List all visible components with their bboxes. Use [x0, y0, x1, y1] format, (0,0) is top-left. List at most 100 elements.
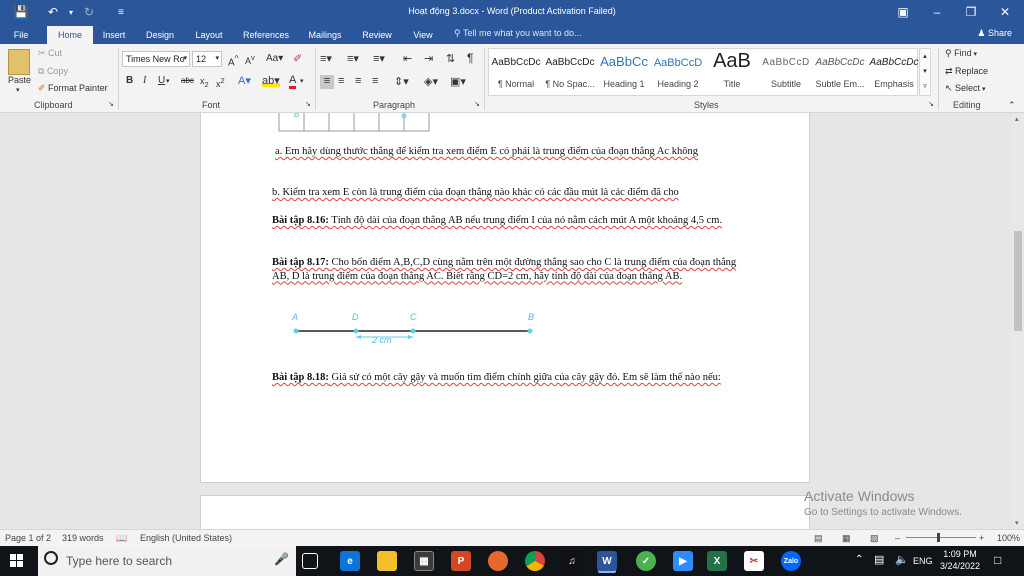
style-subtitle[interactable]: AaBbCcD Subtitle: [759, 49, 813, 95]
tell-me-box[interactable]: ⚲ Tell me what you want to do...: [454, 28, 582, 39]
style-normal[interactable]: AaBbCcDc ¶ Normal: [489, 49, 543, 95]
print-layout-icon[interactable]: ▦: [842, 533, 851, 544]
justify-icon[interactable]: ≡: [372, 75, 378, 87]
ribbon-display-icon[interactable]: ▣: [886, 0, 920, 24]
paste-icon[interactable]: [8, 49, 30, 75]
italic-icon[interactable]: I: [143, 75, 146, 86]
powerpoint-icon[interactable]: P: [451, 551, 471, 571]
scroll-down-icon[interactable]: ▾: [1015, 519, 1019, 527]
tab-home[interactable]: Home: [47, 26, 93, 44]
show-formatting-icon[interactable]: ¶: [467, 51, 473, 65]
exercise-8-17[interactable]: Bài tập 8.17: Cho bốn điểm A,B,C,D cùng …: [272, 256, 742, 283]
style-no-spacing[interactable]: AaBbCcDc ¶ No Spac...: [543, 49, 597, 95]
language-indicator[interactable]: English (United States): [140, 533, 232, 543]
tab-view[interactable]: View: [406, 26, 440, 44]
chrome-icon[interactable]: [525, 551, 545, 571]
style-title[interactable]: AaB Title: [705, 49, 759, 95]
styles-scroll[interactable]: ▴ ▾ ▿: [919, 48, 931, 96]
find-button[interactable]: ⚲ Find ▾: [945, 48, 977, 59]
tab-review[interactable]: Review: [356, 26, 398, 44]
underline-dropdown-icon[interactable]: ▾: [166, 77, 170, 85]
proofing-icon[interactable]: 📖: [116, 533, 127, 544]
zoom-slider-thumb[interactable]: [937, 533, 940, 542]
page-count[interactable]: Page 1 of 2: [5, 533, 51, 543]
font-launcher-icon[interactable]: ↘: [305, 100, 311, 108]
exercise-8-16[interactable]: Bài tập 8.16: Tính độ dài của đoạn thẳng…: [272, 214, 742, 228]
style-emphasis[interactable]: AaBbCcDc Emphasis: [867, 49, 921, 95]
show-hidden-icons[interactable]: ⌃: [855, 554, 863, 565]
font-color-dropdown-icon[interactable]: ▾: [300, 77, 304, 85]
tab-design[interactable]: Design: [140, 26, 180, 44]
strikethrough-icon[interactable]: abc: [181, 76, 194, 85]
app-icon[interactable]: ✓: [636, 551, 656, 571]
zoom-out-icon[interactable]: –: [895, 533, 900, 543]
task-view-icon[interactable]: [302, 553, 318, 569]
bullets-icon[interactable]: ≡▾: [320, 52, 332, 65]
taskbar-search-box[interactable]: Type here to search 🎤: [38, 546, 296, 576]
cut-button[interactable]: ✂ Cut: [38, 48, 62, 59]
zalo-icon[interactable]: Zalo: [781, 551, 801, 571]
firefox-icon[interactable]: [488, 551, 508, 571]
file-explorer-icon[interactable]: [377, 551, 397, 571]
decrease-indent-icon[interactable]: ⇤: [403, 52, 412, 65]
notifications-icon[interactable]: □: [994, 553, 1001, 567]
document-area[interactable]: B a. Em hãy dùng thước thẳng để kiểm tra…: [0, 113, 1012, 529]
maximize-button[interactable]: ❐: [954, 0, 988, 24]
font-color-icon[interactable]: A: [289, 74, 297, 89]
multilevel-list-icon[interactable]: ≡▾: [373, 52, 385, 65]
change-case-icon[interactable]: Aa▾: [266, 53, 283, 64]
zoom-slider[interactable]: [906, 537, 976, 538]
styles-launcher-icon[interactable]: ↘: [928, 100, 934, 108]
tab-references[interactable]: References: [238, 26, 294, 44]
text-effects-icon[interactable]: A▾: [238, 74, 251, 87]
vertical-scrollbar[interactable]: ▴ ▾: [1012, 113, 1024, 529]
exercise-8-18[interactable]: Bài tập 8.18: Giả sử có một cây gậy và m…: [272, 371, 742, 385]
select-button[interactable]: ↖ Select ▾: [945, 83, 986, 94]
highlight-icon[interactable]: ab▾: [262, 74, 280, 87]
chevron-up-icon[interactable]: ▴: [920, 49, 930, 64]
tab-layout[interactable]: Layout: [188, 26, 230, 44]
font-family-select[interactable]: Times New Ro ▾: [122, 51, 190, 67]
read-mode-icon[interactable]: ▤: [814, 533, 823, 544]
format-painter-button[interactable]: ✐ Format Painter: [38, 83, 108, 94]
paragraph-b[interactable]: b. Kiểm tra xem E còn là trung điểm của …: [272, 186, 742, 200]
sort-icon[interactable]: ⇅: [446, 52, 455, 65]
grow-font-icon[interactable]: A^: [228, 53, 239, 68]
align-right-icon[interactable]: ≡: [355, 75, 361, 87]
tab-insert[interactable]: Insert: [96, 26, 132, 44]
bold-icon[interactable]: B: [126, 75, 133, 86]
style-heading-2[interactable]: AaBbCcD Heading 2: [651, 49, 705, 95]
chevron-down-icon[interactable]: ▾: [920, 64, 930, 79]
shrink-font-icon[interactable]: Av: [245, 53, 255, 66]
style-heading-1[interactable]: AaBbCc Heading 1: [597, 49, 651, 95]
align-center-icon[interactable]: ≡: [338, 75, 344, 87]
tab-file[interactable]: File: [6, 26, 36, 44]
minimize-button[interactable]: –: [920, 0, 954, 24]
collapse-ribbon-icon[interactable]: ⌃: [1008, 100, 1016, 111]
tiktok-icon[interactable]: ♫: [562, 551, 582, 571]
numbering-icon[interactable]: ≡▾: [347, 52, 359, 65]
zoom-in-icon[interactable]: +: [979, 533, 984, 543]
store-icon[interactable]: ▦: [414, 551, 434, 571]
document-page-2[interactable]: [200, 495, 810, 529]
borders-icon[interactable]: ▣▾: [450, 75, 466, 88]
word-icon[interactable]: W: [597, 551, 617, 571]
scrollbar-thumb[interactable]: [1014, 231, 1022, 331]
scroll-up-icon[interactable]: ▴: [1015, 115, 1019, 123]
tab-mailings[interactable]: Mailings: [302, 26, 348, 44]
line-spacing-icon[interactable]: ⇕▾: [394, 75, 409, 88]
snipping-tool-icon[interactable]: ✂: [744, 551, 764, 571]
clear-formatting-icon[interactable]: ✐: [293, 52, 302, 65]
document-page[interactable]: B a. Em hãy dùng thước thẳng để kiểm tra…: [200, 113, 810, 483]
style-subtle-emphasis[interactable]: AaBbCcDc Subtle Em...: [813, 49, 867, 95]
excel-icon[interactable]: X: [707, 551, 727, 571]
volume-icon[interactable]: 🔈: [895, 553, 909, 566]
clock[interactable]: 1:09 PM 3/24/2022: [940, 549, 980, 571]
paste-dropdown-icon[interactable]: ▾: [16, 86, 20, 94]
paragraph-launcher-icon[interactable]: ↘: [474, 100, 480, 108]
align-left-icon[interactable]: ≡: [320, 75, 334, 89]
increase-indent-icon[interactable]: ⇥: [424, 52, 433, 65]
word-count[interactable]: 319 words: [62, 533, 104, 543]
microphone-icon[interactable]: 🎤: [274, 552, 289, 566]
web-layout-icon[interactable]: ▧: [870, 533, 879, 544]
